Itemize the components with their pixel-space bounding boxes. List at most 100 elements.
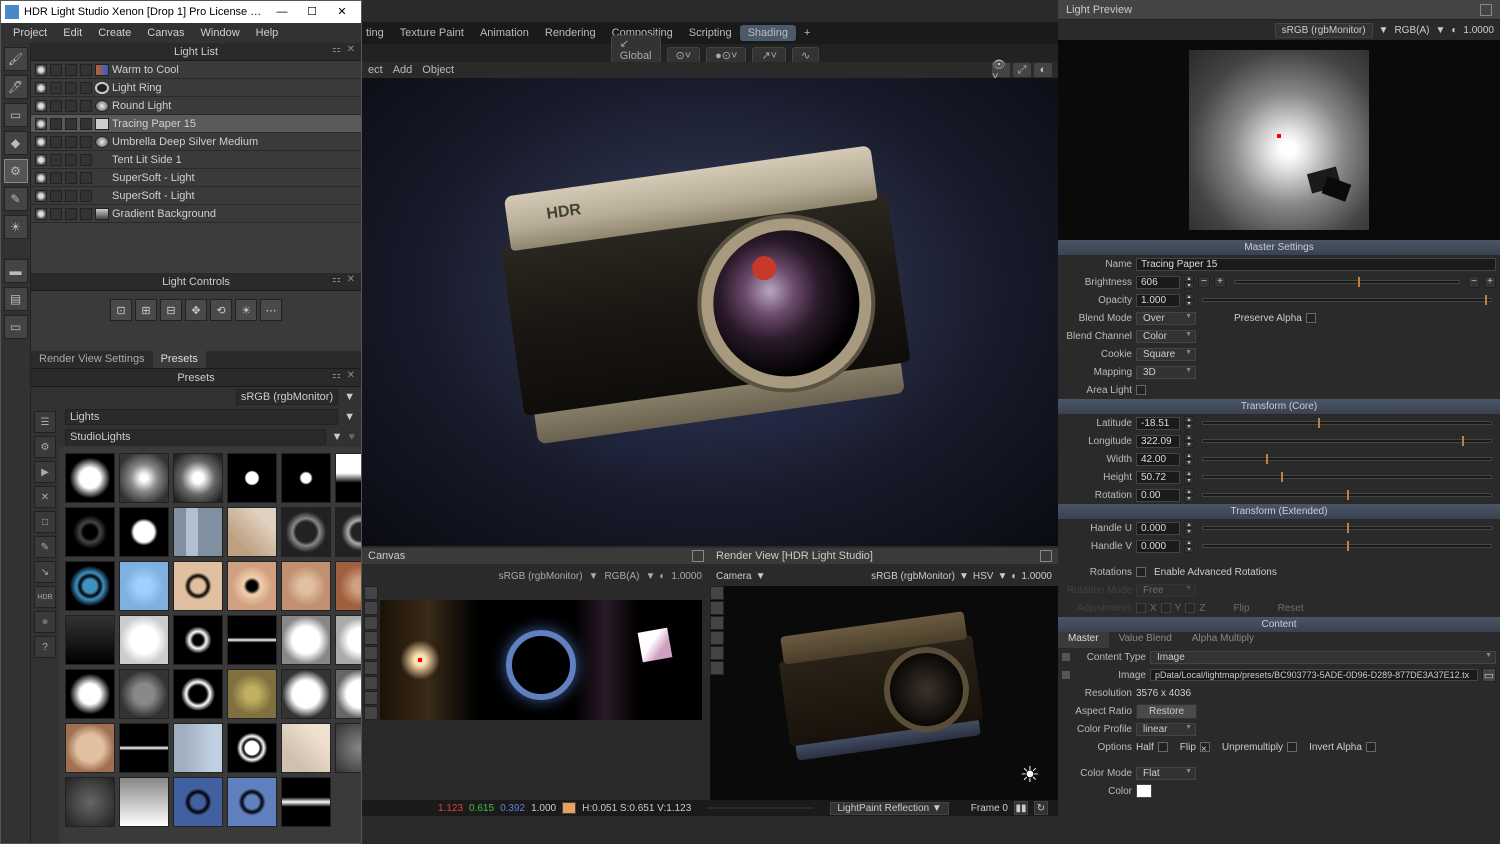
visibility-icon[interactable] (35, 82, 47, 94)
chevron-down-icon[interactable]: ▼ (589, 571, 599, 582)
preset-arrow-icon[interactable]: ↘ (34, 561, 56, 583)
tab-presets[interactable]: Presets (153, 351, 206, 368)
chevron-down-icon[interactable]: ▼ (997, 571, 1007, 582)
light-row[interactable]: Umbrella Deep Silver Medium (31, 133, 361, 151)
preset-thumbnail[interactable] (281, 723, 331, 773)
preset-thumbnail[interactable] (227, 615, 277, 665)
lock-icon[interactable] (65, 82, 77, 94)
preset-subcategory-dropdown[interactable]: StudioLights (65, 429, 326, 445)
preset-thumbnail[interactable] (119, 723, 169, 773)
preset-thumbnail[interactable] (173, 507, 223, 557)
longitude-slider[interactable] (1202, 439, 1492, 443)
canvas-tool-icon[interactable] (364, 616, 378, 630)
light-row[interactable]: Warm to Cool (31, 61, 361, 79)
preset-thumbnail[interactable] (173, 669, 223, 719)
render-icon[interactable] (80, 208, 92, 220)
brightness-field[interactable]: 606 (1136, 276, 1180, 289)
chevron-down-icon[interactable]: ▼ (959, 571, 969, 582)
height-field[interactable]: 50.72 (1136, 471, 1180, 484)
tool-sun-icon[interactable]: ☀ (4, 215, 28, 239)
lock-icon[interactable] (65, 136, 77, 148)
add-tab-button[interactable]: + (796, 25, 818, 41)
tab-texture-paint[interactable]: Texture Paint (392, 25, 472, 41)
light-row[interactable]: Light Ring (31, 79, 361, 97)
render-icon[interactable] (80, 172, 92, 184)
rv-tool-icon[interactable] (710, 631, 724, 645)
browse-icon[interactable]: ▭ (1482, 668, 1496, 682)
minimize-button[interactable]: — (267, 2, 297, 22)
flip-checkbox[interactable] (1200, 742, 1210, 752)
canvas-tool-icon[interactable] (364, 676, 378, 690)
opacity-slider[interactable] (1202, 298, 1492, 302)
header-add[interactable]: Add (393, 64, 413, 76)
visibility-icon[interactable] (35, 64, 47, 76)
lc-btn-5[interactable]: ⟲ (210, 299, 232, 321)
tab-valueblend[interactable]: Value Blend (1109, 632, 1182, 648)
hdrls-titlebar[interactable]: HDR Light Studio Xenon [Drop 1] Pro Lice… (1, 1, 361, 23)
preset-thumbnail[interactable] (119, 615, 169, 665)
transform-ext-header[interactable]: Transform (Extended) (1058, 504, 1500, 519)
canvas-tool-icon[interactable] (364, 631, 378, 645)
rv-tool-icon[interactable] (710, 586, 724, 600)
preset-thumbnail[interactable] (227, 507, 277, 557)
menu-canvas[interactable]: Canvas (139, 25, 192, 41)
visibility-icon[interactable] (35, 118, 47, 130)
height-slider[interactable] (1202, 475, 1492, 479)
chevron-down-icon[interactable]: ▼ (756, 571, 766, 582)
preset-thumbnail[interactable] (335, 615, 361, 665)
canvas-tool-icon[interactable] (364, 601, 378, 615)
solo-icon[interactable] (50, 154, 62, 166)
lp-box-icon[interactable] (1480, 4, 1492, 16)
latitude-slider[interactable] (1202, 421, 1492, 425)
light-row[interactable]: Round Light (31, 97, 361, 115)
lc-btn-1[interactable]: ⊡ (110, 299, 132, 321)
solo-icon[interactable] (50, 64, 62, 76)
preset-thumbnail[interactable] (173, 777, 223, 827)
rv-tool-icon[interactable] (710, 616, 724, 630)
solo-icon[interactable] (50, 82, 62, 94)
blendmode-dropdown[interactable]: Over (1136, 312, 1196, 325)
handlev-field[interactable]: 0.000 (1136, 540, 1180, 553)
lock-icon[interactable] (65, 100, 77, 112)
close-icon[interactable]: ✕ (347, 44, 355, 55)
lc-btn-4[interactable]: ✥ (185, 299, 207, 321)
close-icon[interactable]: ✕ (347, 274, 355, 285)
tool-paint-icon[interactable]: 🖌 (4, 47, 28, 71)
header-ect[interactable]: ect (368, 64, 383, 76)
preset-thumbnail[interactable] (119, 669, 169, 719)
exposure-icon[interactable]: ◐ (1451, 25, 1457, 36)
light-row[interactable]: Gradient Background (31, 205, 361, 223)
solo-icon[interactable] (50, 190, 62, 202)
preset-help-icon[interactable]: ? (34, 636, 56, 658)
preserve-alpha-checkbox[interactable] (1306, 313, 1316, 323)
tool2-icon[interactable]: ∿ (792, 47, 819, 64)
preset-hdr-icon[interactable]: HDR (34, 586, 56, 608)
menu-window[interactable]: Window (193, 25, 248, 41)
transform-core-header[interactable]: Transform (Core) (1058, 399, 1500, 414)
preset-thumbnail[interactable] (65, 777, 115, 827)
preset-thumbnail[interactable] (65, 669, 115, 719)
color-swatch[interactable] (1136, 784, 1152, 798)
canvas-tool-icon[interactable] (364, 586, 378, 600)
chevron-down-icon[interactable]: ▼ (332, 431, 343, 443)
preset-thumbnail[interactable] (281, 561, 331, 611)
preset-thumbnail[interactable] (281, 777, 331, 827)
mapping-dropdown[interactable]: 3D (1136, 366, 1196, 379)
tool-diamond-icon[interactable]: ◆ (4, 131, 28, 155)
render-icon[interactable] (80, 64, 92, 76)
preset-colorspace-dropdown[interactable]: sRGB (rgbMonitor) (236, 389, 338, 405)
restore-button[interactable]: Restore (1136, 704, 1197, 719)
pause-button[interactable]: ▮▮ (1014, 801, 1028, 815)
brightness-minus[interactable]: − (1198, 276, 1210, 288)
lc-btn-3[interactable]: ⊟ (160, 299, 182, 321)
menu-edit[interactable]: Edit (55, 25, 90, 41)
preset-hdr2-icon[interactable]: ⊚ (34, 611, 56, 633)
snap-dropdown[interactable]: ⊙˅ (667, 47, 701, 64)
lp-exposure[interactable]: 1.0000 (1463, 25, 1494, 36)
proportional-icon[interactable]: ●⊙˅ (706, 47, 746, 64)
viewport-3d[interactable]: HDR (362, 78, 1058, 546)
preset-thumbnail[interactable] (281, 615, 331, 665)
preset-thumbnail[interactable] (335, 561, 361, 611)
preset-gear-icon[interactable]: ⚙ (34, 436, 56, 458)
preset-thumbnail[interactable] (227, 777, 277, 827)
